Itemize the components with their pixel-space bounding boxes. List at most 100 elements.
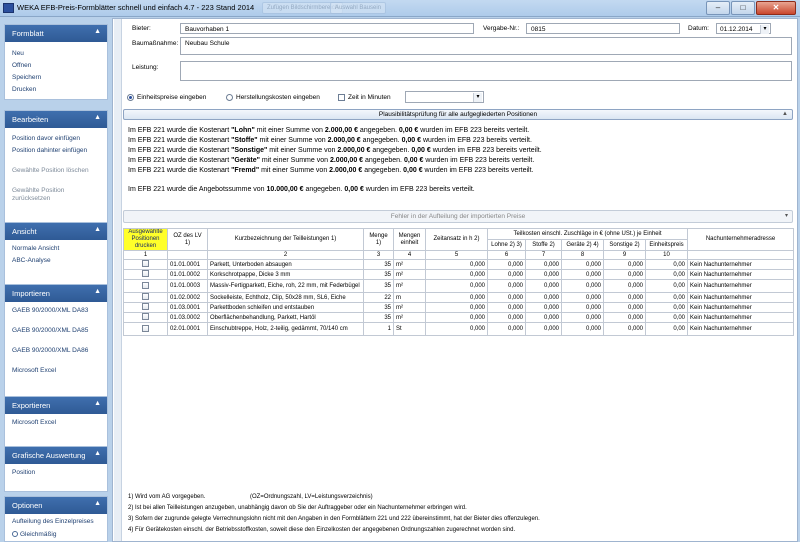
colnum: 10 (644, 250, 689, 260)
sidebar-item-import-excel[interactable]: Microsoft Excel (12, 367, 104, 375)
leistung-label: Leistung: (132, 64, 159, 71)
row-checkbox[interactable] (123, 322, 168, 336)
column-number-row: 1 2 3 4 5 6 7 8 9 10 (123, 250, 795, 260)
unit-dropdown[interactable]: ▾ (405, 91, 484, 103)
row-checkbox[interactable] (123, 312, 168, 323)
cell-nu: Kein Nachunternehmer (687, 312, 795, 323)
sidebar-item-insert-before[interactable]: Position davor einfügen (12, 135, 104, 143)
collapse-icon[interactable]: ▲ (94, 288, 101, 295)
colnum: 3 (363, 250, 394, 260)
panel-header[interactable]: Bearbeiten ▲ (5, 111, 107, 128)
sidebar-item-speichern[interactable]: Speichern (12, 74, 104, 82)
sidebar-item-normal-view[interactable]: Normale Ansicht (12, 245, 104, 253)
col-header-lohn: Lohne 2) 3) (487, 239, 526, 251)
einheitspreise-radio[interactable] (127, 94, 134, 101)
checkbox-icon[interactable] (142, 303, 149, 310)
checkbox-icon[interactable] (142, 281, 149, 289)
col-header-teilkosten: Teilkosten einschl. Zuschläge in € (ohne… (486, 228, 689, 240)
cell-oz: 01.01.0001 (167, 259, 208, 270)
sidebar-item-gaeb86[interactable]: GAEB 90/2000/XML DA86 (12, 347, 104, 355)
row-checkbox[interactable] (123, 269, 168, 280)
cell-sonstige: 0,000 (603, 279, 646, 293)
collapse-icon[interactable]: ▲ (94, 450, 101, 457)
collapse-icon[interactable]: ▲ (94, 400, 101, 407)
panel-header[interactable]: Optionen ▲ (5, 497, 107, 514)
panel-header[interactable]: Grafische Auswertung ▲ (5, 447, 107, 464)
chevron-up-icon: ▲ (782, 111, 788, 117)
cell-oz: 01.03.0001 (167, 302, 208, 313)
sidebar-item-abc[interactable]: ABC-Analyse (12, 257, 104, 265)
sidebar-item-gaeb83[interactable]: GAEB 90/2000/XML DA83 (12, 307, 104, 315)
chevron-down-icon[interactable]: ▾ (760, 25, 769, 34)
close-icon[interactable]: ✕ (756, 1, 796, 15)
sidebar-item-drucken[interactable]: Drucken (12, 86, 104, 94)
minimize-icon[interactable]: – (706, 1, 730, 15)
collapse-icon[interactable]: ▲ (94, 114, 101, 121)
panel-bearbeiten: Bearbeiten ▲ Position davor einfügen Posi… (4, 110, 108, 228)
cell-menge: 35 (363, 312, 394, 323)
checkbox-icon[interactable] (142, 260, 149, 267)
col-header-select: Ausgewählte Positionen drucken (123, 228, 168, 251)
cell-oz: 01.01.0003 (167, 279, 208, 293)
panel-header[interactable]: Exportieren ▲ (5, 397, 107, 414)
zeit-checkbox[interactable] (338, 94, 345, 101)
cell-sonstige: 0,000 (603, 292, 646, 303)
herstellung-radio[interactable] (226, 94, 233, 101)
row-checkbox[interactable] (123, 259, 168, 270)
cell-geraete: 0,000 (561, 322, 604, 336)
plausibility-check-button[interactable]: Plausibilitätsprüfung für alle aufgeglie… (123, 109, 793, 120)
row-checkbox[interactable] (123, 302, 168, 313)
cell-kurz: Massiv-Fertigparkett, Eiche, roh, 22 mm,… (207, 279, 364, 293)
sidebar-item-reset[interactable]: Gewählte Position zurücksetzen (12, 187, 104, 203)
cell-oz: 02.01.0001 (167, 322, 208, 336)
row-checkbox[interactable] (123, 292, 168, 303)
cell-geraete: 0,000 (561, 312, 604, 323)
checkbox-icon[interactable] (142, 324, 149, 332)
collapse-icon[interactable]: ▲ (94, 28, 101, 35)
vertical-scrollbar[interactable] (114, 19, 122, 541)
table-row[interactable]: 01.01.0002 Korkschrotpappe, Dicke 3 mm 35 m… (123, 269, 795, 280)
row-checkbox[interactable] (123, 279, 168, 293)
panel-header[interactable]: Formblatt ▲ (5, 25, 107, 42)
vergabe-field[interactable]: 0815 (526, 23, 680, 34)
sidebar-item-neu[interactable]: Neu (12, 50, 104, 58)
table-row[interactable]: 01.01.0001 Parkett, Unterboden absaugen 35… (123, 259, 795, 270)
panel-header[interactable]: Ansicht ▲ (5, 223, 107, 240)
checkbox-icon[interactable] (142, 313, 149, 320)
cell-zeit: 0,000 (425, 259, 488, 270)
radio-icon[interactable] (12, 531, 18, 538)
cell-ep: 0,00 (644, 279, 689, 293)
sidebar-item-gleichmaessig[interactable]: Gleichmäßig (12, 531, 104, 539)
bieter-field[interactable]: Bauvorhaben 1 (180, 23, 474, 34)
baumassnahme-field[interactable]: Neubau Schule (180, 37, 792, 55)
table-row[interactable]: 01.03.0002 Oberflächenbehandlung, Parkett… (123, 312, 795, 323)
sidebar-item-position[interactable]: Position (12, 469, 104, 477)
window-controls: – □ ✕ (706, 1, 796, 15)
checkbox-icon[interactable] (142, 270, 149, 277)
maximize-icon[interactable]: □ (731, 1, 755, 15)
datum-picker[interactable]: 01.12.2014 ▾ (716, 23, 771, 34)
sidebar-item-gaeb85[interactable]: GAEB 90/2000/XML DA85 (12, 327, 104, 335)
leistung-field[interactable] (180, 61, 792, 81)
table-row[interactable]: 01.01.0003 Massiv-Fertigparkett, Eiche, r… (123, 279, 795, 293)
checkbox-icon[interactable] (142, 293, 149, 300)
sidebar-item-export-excel[interactable]: Microsoft Excel (12, 419, 104, 427)
collapse-icon[interactable]: ▲ (94, 226, 101, 233)
error-bar[interactable]: Fehler in der Aufteilung der importierte… (123, 210, 793, 223)
sidebar: Formblatt ▲ Neu Offnen Speichern Drucken … (4, 20, 108, 542)
sidebar-item-aufteilung: Aufteilung des Einzelpreises (12, 518, 94, 525)
table-row[interactable]: 01.03.0001 Parkettboden schleifen und ent… (123, 302, 795, 313)
cell-ep: 0,00 (644, 312, 689, 323)
panel-header[interactable]: Importieren ▲ (5, 285, 107, 302)
baumassnahme-label: Baumaßnahme: (132, 40, 179, 47)
cell-nu: Kein Nachunternehmer (687, 259, 795, 270)
cell-lohn: 0,000 (487, 312, 526, 323)
collapse-icon[interactable]: ▲ (94, 500, 101, 507)
chevron-down-icon[interactable]: ▾ (473, 93, 482, 102)
sidebar-item-insert-after[interactable]: Position dahinter einfügen (12, 147, 104, 155)
table-row[interactable]: 01.02.0002 Sockelleiste, Echtholz, Clip, … (123, 292, 795, 303)
sidebar-item-offnen[interactable]: Offnen (12, 62, 104, 70)
footnote-3: 3) Sofern der zugrunde gelegte Verrechnu… (128, 516, 540, 522)
sidebar-item-delete[interactable]: Gewählte Position löschen (12, 167, 104, 175)
table-row[interactable]: 02.01.0001 Einschubtreppe, Holz, 2-teilig… (123, 322, 795, 336)
